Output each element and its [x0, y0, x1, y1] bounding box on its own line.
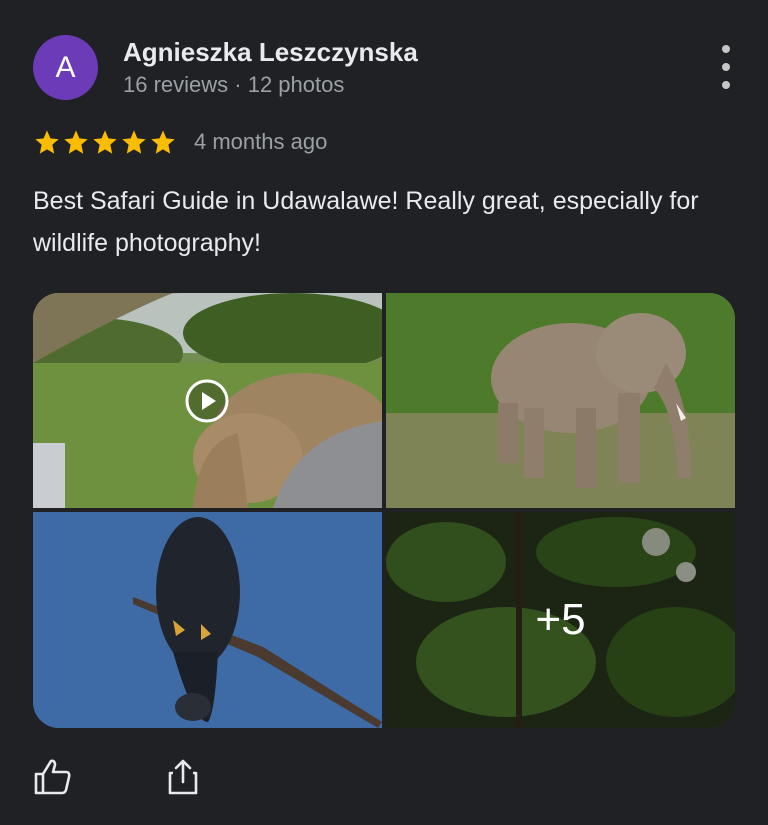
elephant-thumbnail: [386, 293, 735, 508]
avatar[interactable]: A: [33, 35, 98, 100]
star-icon: [122, 130, 146, 154]
rating-row: 4 months ago: [33, 127, 327, 157]
play-icon[interactable]: [185, 379, 229, 423]
star-rating: [33, 128, 177, 156]
photo-grid: +5: [33, 293, 735, 728]
review-time: 4 months ago: [194, 129, 328, 154]
review-actions: [33, 755, 203, 799]
star-icon: [151, 130, 175, 154]
reviewer-name[interactable]: Agnieszka Leszczynska: [123, 37, 418, 68]
share-icon[interactable]: [163, 757, 203, 797]
photo-foliage-more[interactable]: +5: [386, 512, 735, 728]
photo-eagle[interactable]: [33, 512, 382, 728]
thumb-up-icon[interactable]: [33, 757, 73, 797]
star-icon: [64, 130, 88, 154]
avatar-letter: A: [55, 50, 76, 84]
more-photos-count: +5: [386, 512, 735, 728]
more-vert-icon[interactable]: [714, 45, 738, 89]
review-header: A Agnieszka Leszczynska 16 reviews · 12 …: [33, 35, 738, 105]
eagle-thumbnail: [33, 512, 382, 728]
star-icon: [35, 130, 59, 154]
review-text: Best Safari Guide in Udawalawe! Really g…: [33, 187, 699, 257]
star-icon: [93, 130, 117, 154]
photo-elephant[interactable]: [386, 293, 735, 508]
photo-elephant-video[interactable]: [33, 293, 382, 508]
reviewer-meta: 16 reviews · 12 photos: [123, 72, 345, 97]
